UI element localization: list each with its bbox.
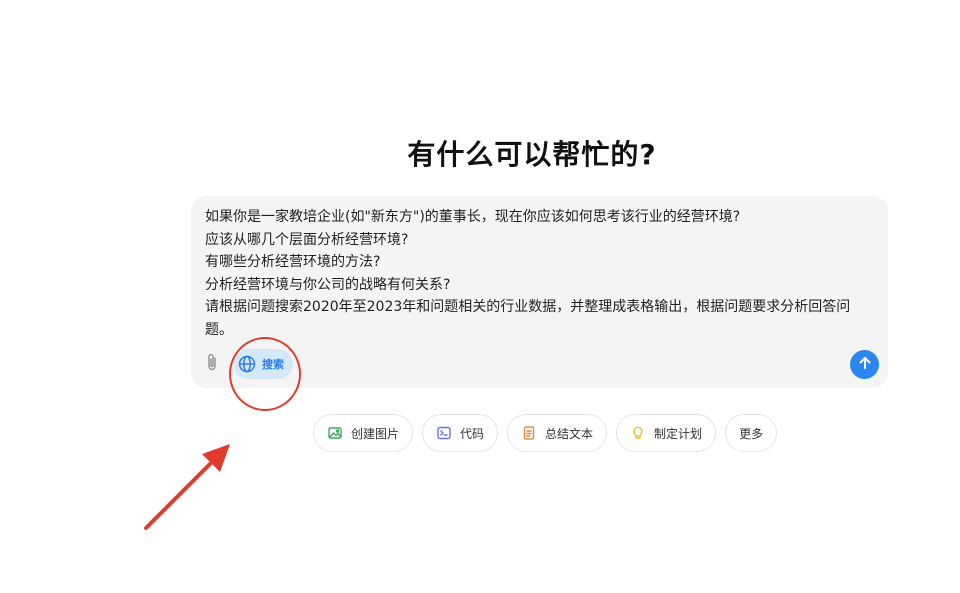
attach-button[interactable] (203, 352, 221, 376)
lightbulb-icon (630, 425, 646, 441)
suggestion-more[interactable]: 更多 (725, 414, 778, 452)
prompt-composer[interactable]: 如果你是一家教培企业(如"新东方")的董事长，现在你应该如何思考该行业的经营环境… (191, 196, 888, 388)
suggestion-make-plan[interactable]: 制定计划 (616, 414, 717, 452)
paperclip-icon (205, 352, 219, 376)
suggestion-label: 制定计划 (654, 426, 703, 441)
search-toggle-button[interactable]: 搜索 (233, 349, 293, 379)
document-icon (521, 425, 537, 441)
suggestion-bar: 创建图片 代码 总结文本 制定计划 更多 (313, 414, 778, 452)
code-icon (436, 425, 452, 441)
search-toggle-label: 搜索 (262, 358, 284, 371)
suggestion-create-image[interactable]: 创建图片 (313, 414, 414, 452)
suggestion-summarize-text[interactable]: 总结文本 (507, 414, 608, 452)
send-button[interactable] (850, 350, 879, 379)
prompt-line: 请根据问题搜索2020年至2023年和问题相关的行业数据，并整理成表格输出，根据… (205, 299, 851, 338)
prompt-line: 如果你是一家教培企业(如"新东方")的董事长，现在你应该如何思考该行业的经营环境… (205, 209, 741, 225)
prompt-line: 有哪些分析经营环境的方法? (205, 254, 381, 270)
suggestion-label: 总结文本 (545, 426, 594, 441)
image-icon (327, 425, 343, 441)
arrow-up-icon (857, 355, 873, 375)
suggestion-label: 创建图片 (351, 426, 400, 441)
suggestion-code[interactable]: 代码 (422, 414, 499, 452)
prompt-line: 应该从哪几个层面分析经营环境? (205, 231, 409, 248)
prompt-input[interactable]: 如果你是一家教培企业(如"新东方")的董事长，现在你应该如何思考该行业的经营环境… (205, 206, 877, 341)
suggestion-label: 代码 (460, 426, 485, 441)
page-title: 有什么可以帮忙的? (407, 138, 657, 171)
prompt-line: 分析经营环境与你公司的战略有何关系? (205, 276, 451, 293)
annotation-arrow (144, 444, 230, 530)
globe-icon (237, 354, 257, 374)
suggestion-label: 更多 (739, 426, 764, 441)
